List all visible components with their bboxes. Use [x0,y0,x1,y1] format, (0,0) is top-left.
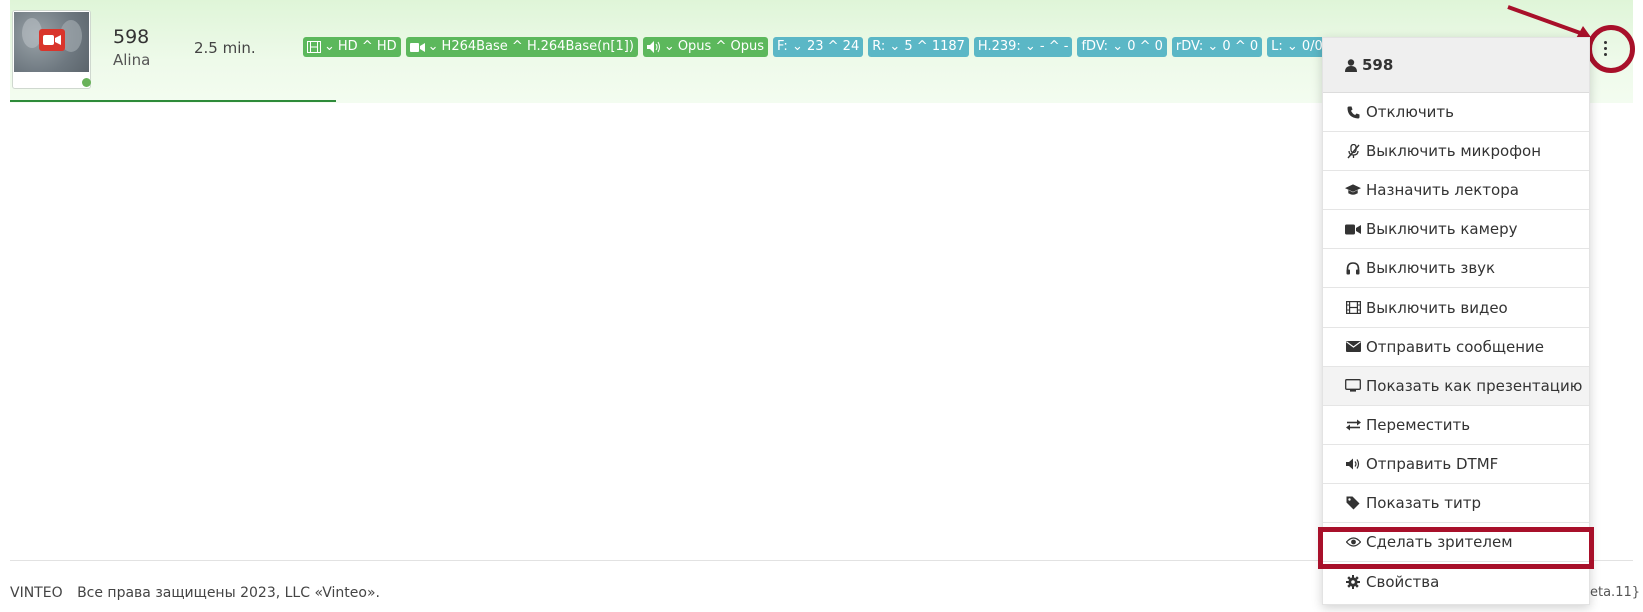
menu-item-label: Сделать зрителем [1366,533,1513,552]
menu-item-disable-sound[interactable]: Выключить звук [1323,249,1589,289]
menu-item-send-message[interactable]: Отправить сообщение [1323,328,1589,367]
eye-icon [1345,534,1361,550]
graduation-cap-icon [1345,182,1361,198]
online-status-dot [82,78,91,87]
audio-codec-badge: ⌄ Opus ^ Opus [642,37,768,57]
participant-id: 598 [113,26,150,48]
menu-item-label: Выключить видео [1366,298,1508,317]
badge-text: Opus ^ Opus [677,39,764,54]
fps-badge: F: ⌄ 23 ^ 24 [772,37,864,57]
headphones-icon [1345,260,1361,276]
menu-item-label: Свойства [1366,572,1440,591]
video-camera-icon [39,29,65,51]
menu-item-label: Переместить [1366,415,1471,434]
volume-icon [646,41,660,53]
participant-context-menu: 598 Отключить Выключить микрофон Назначи… [1322,37,1590,605]
menu-item-label: Выключить камеру [1366,220,1518,239]
menu-item-disable-camera[interactable]: Выключить камеру [1323,210,1589,250]
menu-item-show-caption[interactable]: Показать титр [1323,484,1589,524]
stream-stats-badges: ⌄ HD ^ HD ⌄ H264Base ^ H.264Base(n[1]) ⌄… [303,37,1433,57]
film-icon [307,41,321,53]
participant-thumbnail[interactable] [12,10,91,89]
gear-icon [1345,574,1361,590]
phone-icon [1345,104,1361,120]
video-resolution-badge: ⌄ HD ^ HD [303,37,401,57]
film-icon [1345,300,1361,316]
menu-item-disconnect[interactable]: Отключить [1323,93,1589,133]
menu-header: 598 [1323,38,1589,93]
badge-text: HD ^ HD [337,39,397,54]
chevron-down-icon: ⌄ [324,39,335,54]
menu-item-assign-lecturer[interactable]: Назначить лектора [1323,171,1589,211]
menu-item-disable-video[interactable]: Выключить видео [1323,288,1589,328]
menu-item-label: Назначить лектора [1366,181,1519,200]
menu-item-label: Показать как презентацию [1366,376,1583,395]
menu-item-move[interactable]: Переместить [1323,406,1589,445]
fdv-badge: fDV: ⌄ 0 ^ 0 [1077,37,1167,57]
user-icon [1345,58,1357,72]
menu-header-id: 598 [1362,56,1394,74]
desktop-icon [1345,378,1361,394]
envelope-icon [1345,339,1361,355]
h239-badge: H.239: ⌄ - ^ - [973,37,1073,57]
menu-item-label: Выключить звук [1366,259,1496,278]
badge-text: H264Base ^ H.264Base(n[1]) [441,39,634,54]
chevron-down-icon: ⌄ [663,39,675,54]
menu-item-send-dtmf[interactable]: Отправить DTMF [1323,445,1589,484]
menu-item-label: Показать титр [1366,493,1481,512]
rdv-badge: rDV: ⌄ 0 ^ 0 [1171,37,1263,57]
tag-icon [1345,495,1361,511]
annotation-circle [1587,25,1635,73]
call-duration: 2.5 min. [194,39,256,57]
menu-item-label: Отправить DTMF [1366,454,1499,473]
footer: VINTEO Все права защищены 2023, LLC «Vin… [10,585,380,601]
bitrate-badge: R: ⌄ 5 ^ 1187 [868,37,969,57]
video-camera-icon [409,42,425,52]
participant-name: Alina [113,51,151,69]
menu-item-label: Отключить [1366,103,1455,122]
menu-item-label: Выключить микрофон [1366,142,1541,161]
menu-item-mute-microphone[interactable]: Выключить микрофон [1323,132,1589,172]
footer-brand: VINTEO [10,585,63,601]
video-camera-icon [1345,221,1361,237]
microphone-slash-icon [1345,143,1361,159]
menu-item-label: Отправить сообщение [1366,337,1544,356]
volume-icon [1345,456,1361,472]
exchange-icon [1345,417,1361,433]
menu-item-make-viewer[interactable]: Сделать зрителем [1323,523,1589,563]
chevron-down-icon: ⌄ [427,39,439,54]
menu-item-show-as-presentation[interactable]: Показать как презентацию [1323,366,1589,406]
footer-copyright: Все права защищены 2023, LLC «Vinteo». [77,585,380,601]
footer-version: eta.11} [1590,585,1641,600]
progress-bar [10,100,336,102]
video-codec-badge: ⌄ H264Base ^ H.264Base(n[1]) [405,37,638,57]
menu-item-properties[interactable]: Свойства [1323,562,1589,601]
